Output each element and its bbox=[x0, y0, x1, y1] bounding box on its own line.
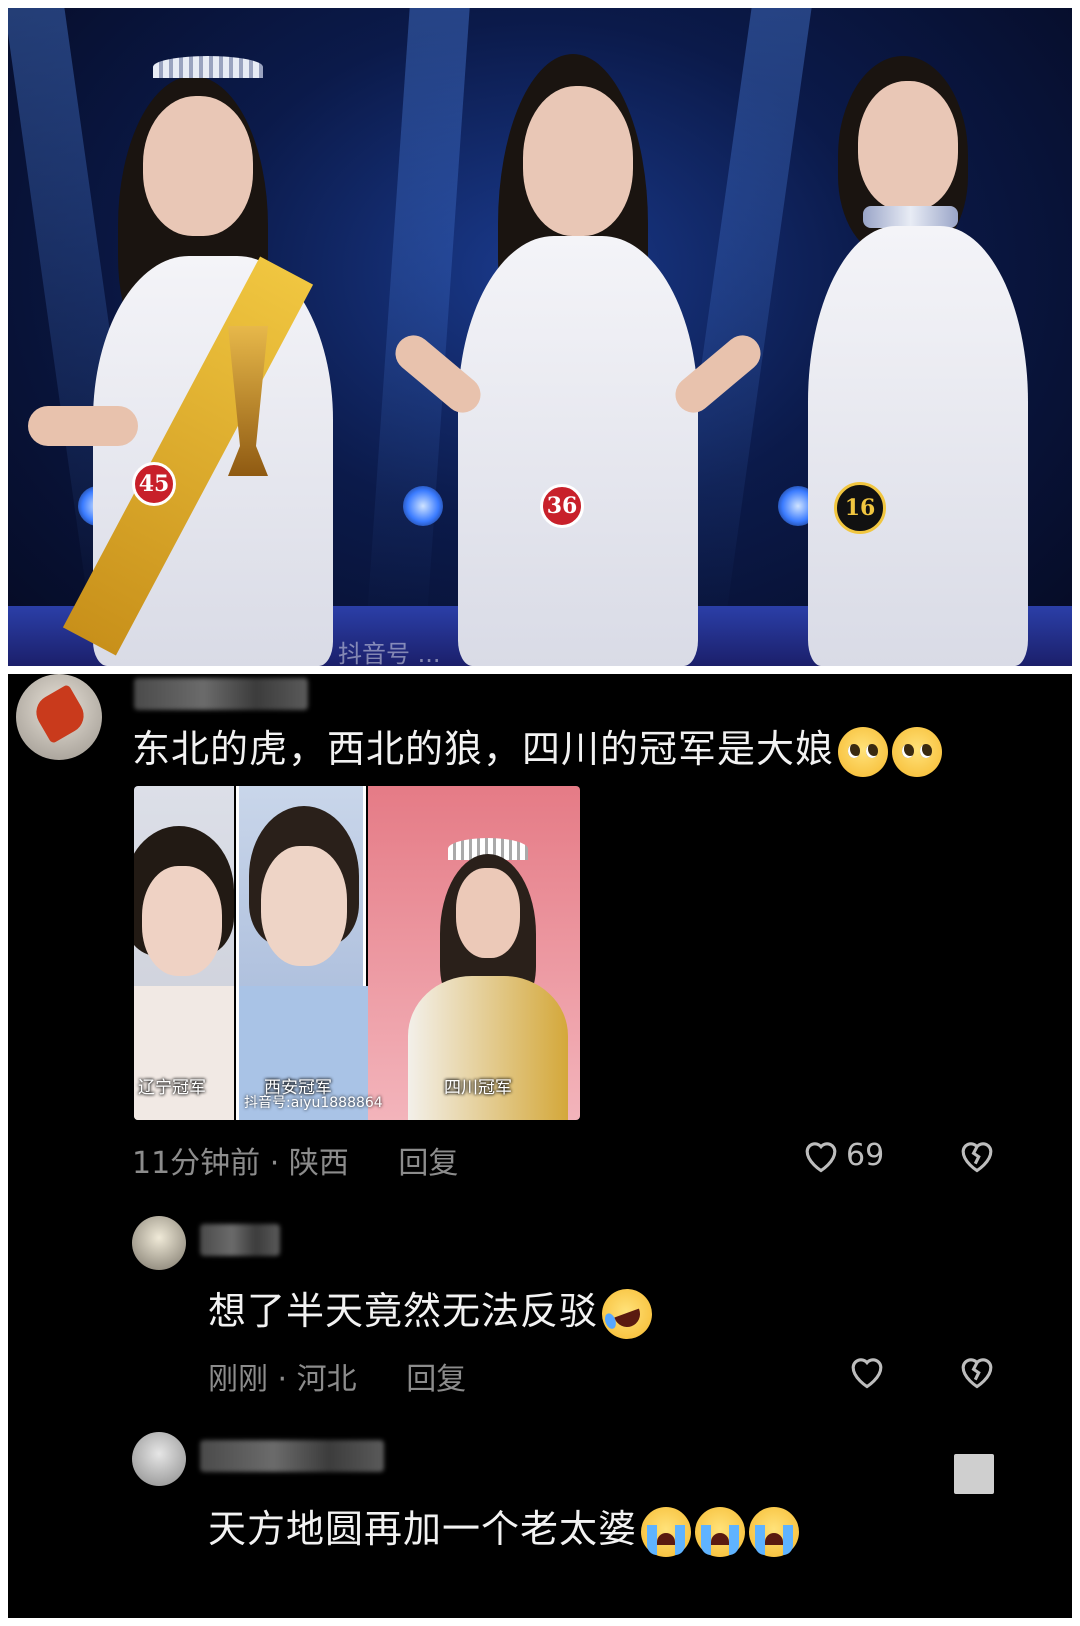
dislike-button[interactable] bbox=[956, 1352, 998, 1390]
choker-necklace bbox=[863, 206, 958, 228]
comment-body: 天方地圆再加一个老太婆 bbox=[208, 1507, 638, 1551]
scroll-indicator[interactable] bbox=[954, 1454, 994, 1494]
comment-body: 想了半天竟然无法反驳 bbox=[208, 1289, 599, 1333]
caption-sichuan: 四川冠军 bbox=[444, 1078, 512, 1098]
comment-location: 陕西 bbox=[288, 1146, 349, 1181]
contestant-right: 16 bbox=[788, 26, 1072, 666]
loudly-crying-face-icon bbox=[641, 1506, 692, 1557]
comment-time: 刚刚 bbox=[208, 1362, 268, 1397]
comment-text: 想了半天竟然无法反驳 bbox=[208, 1280, 660, 1346]
commenter-name-blurred[interactable] bbox=[200, 1440, 384, 1472]
commenter-name-blurred[interactable] bbox=[200, 1224, 280, 1256]
pleading-face-icon bbox=[892, 726, 943, 777]
heart-icon bbox=[851, 1358, 883, 1389]
loudly-crying-face-icon bbox=[749, 1506, 800, 1557]
broken-heart-icon bbox=[961, 1358, 993, 1389]
commenter-avatar[interactable] bbox=[16, 674, 102, 760]
pleading-face-icon bbox=[838, 726, 889, 777]
commenter-avatar[interactable] bbox=[132, 1216, 186, 1270]
meta-separator: · bbox=[269, 1146, 280, 1181]
commenter-avatar[interactable] bbox=[132, 1432, 186, 1486]
comment-location: 河北 bbox=[296, 1362, 357, 1397]
reply-button[interactable]: 回复 bbox=[406, 1362, 466, 1397]
contestant-number-badge: 36 bbox=[540, 484, 584, 528]
pageant-stage-photo: 45 36 16 抖音号 ... bbox=[8, 8, 1072, 666]
comment-meta: 11分钟前 · 陕西 回复 bbox=[132, 1138, 458, 1182]
caption-liaoning: 辽宁冠军 bbox=[138, 1078, 206, 1098]
video-watermark: 抖音号 ... bbox=[338, 640, 441, 666]
comment-time: 11分钟前 bbox=[132, 1146, 261, 1181]
heart-icon bbox=[805, 1142, 837, 1173]
like-button[interactable] bbox=[846, 1352, 888, 1390]
comment-text: 天方地圆再加一个老太婆 bbox=[208, 1498, 800, 1557]
comment-text: 东北的虎，西北的狼，四川的冠军是大娘 bbox=[132, 718, 943, 777]
contestant-number-badge: 45 bbox=[132, 462, 176, 506]
comment-body: 东北的虎，西北的狼，四川的冠军是大娘 bbox=[132, 727, 835, 771]
contestant-middle: 36 bbox=[368, 26, 768, 666]
rolling-laughing-face-icon bbox=[594, 1281, 660, 1346]
comment-meta: 刚刚 · 河北 回复 bbox=[208, 1354, 466, 1398]
collage-photo-xian bbox=[236, 786, 369, 1120]
comment-image[interactable]: 辽宁冠军 西安冠军 四川冠军 抖音号:aiyu1888864 bbox=[134, 786, 580, 1120]
comment-panel: 东北的虎，西北的狼，四川的冠军是大娘 辽宁冠军 西安冠军 四川冠军 抖音号:ai… bbox=[8, 674, 1072, 1618]
commenter-name-blurred[interactable] bbox=[134, 678, 308, 710]
collage-photo-liaoning bbox=[134, 786, 234, 1120]
tiara-icon bbox=[153, 56, 263, 78]
reply-button[interactable]: 回复 bbox=[398, 1146, 458, 1181]
image-watermark: 抖音号:aiyu1888864 bbox=[244, 1095, 383, 1111]
dislike-button[interactable] bbox=[956, 1136, 998, 1174]
like-button[interactable]: 69 bbox=[800, 1136, 884, 1174]
like-count: 69 bbox=[846, 1137, 885, 1173]
broken-heart-icon bbox=[961, 1142, 993, 1173]
loudly-crying-face-icon bbox=[695, 1506, 746, 1557]
contestant-left: 45 bbox=[28, 26, 358, 666]
meta-separator: · bbox=[277, 1362, 288, 1397]
collage-photo-sichuan bbox=[368, 786, 580, 1120]
contestant-number-badge: 16 bbox=[834, 482, 886, 534]
